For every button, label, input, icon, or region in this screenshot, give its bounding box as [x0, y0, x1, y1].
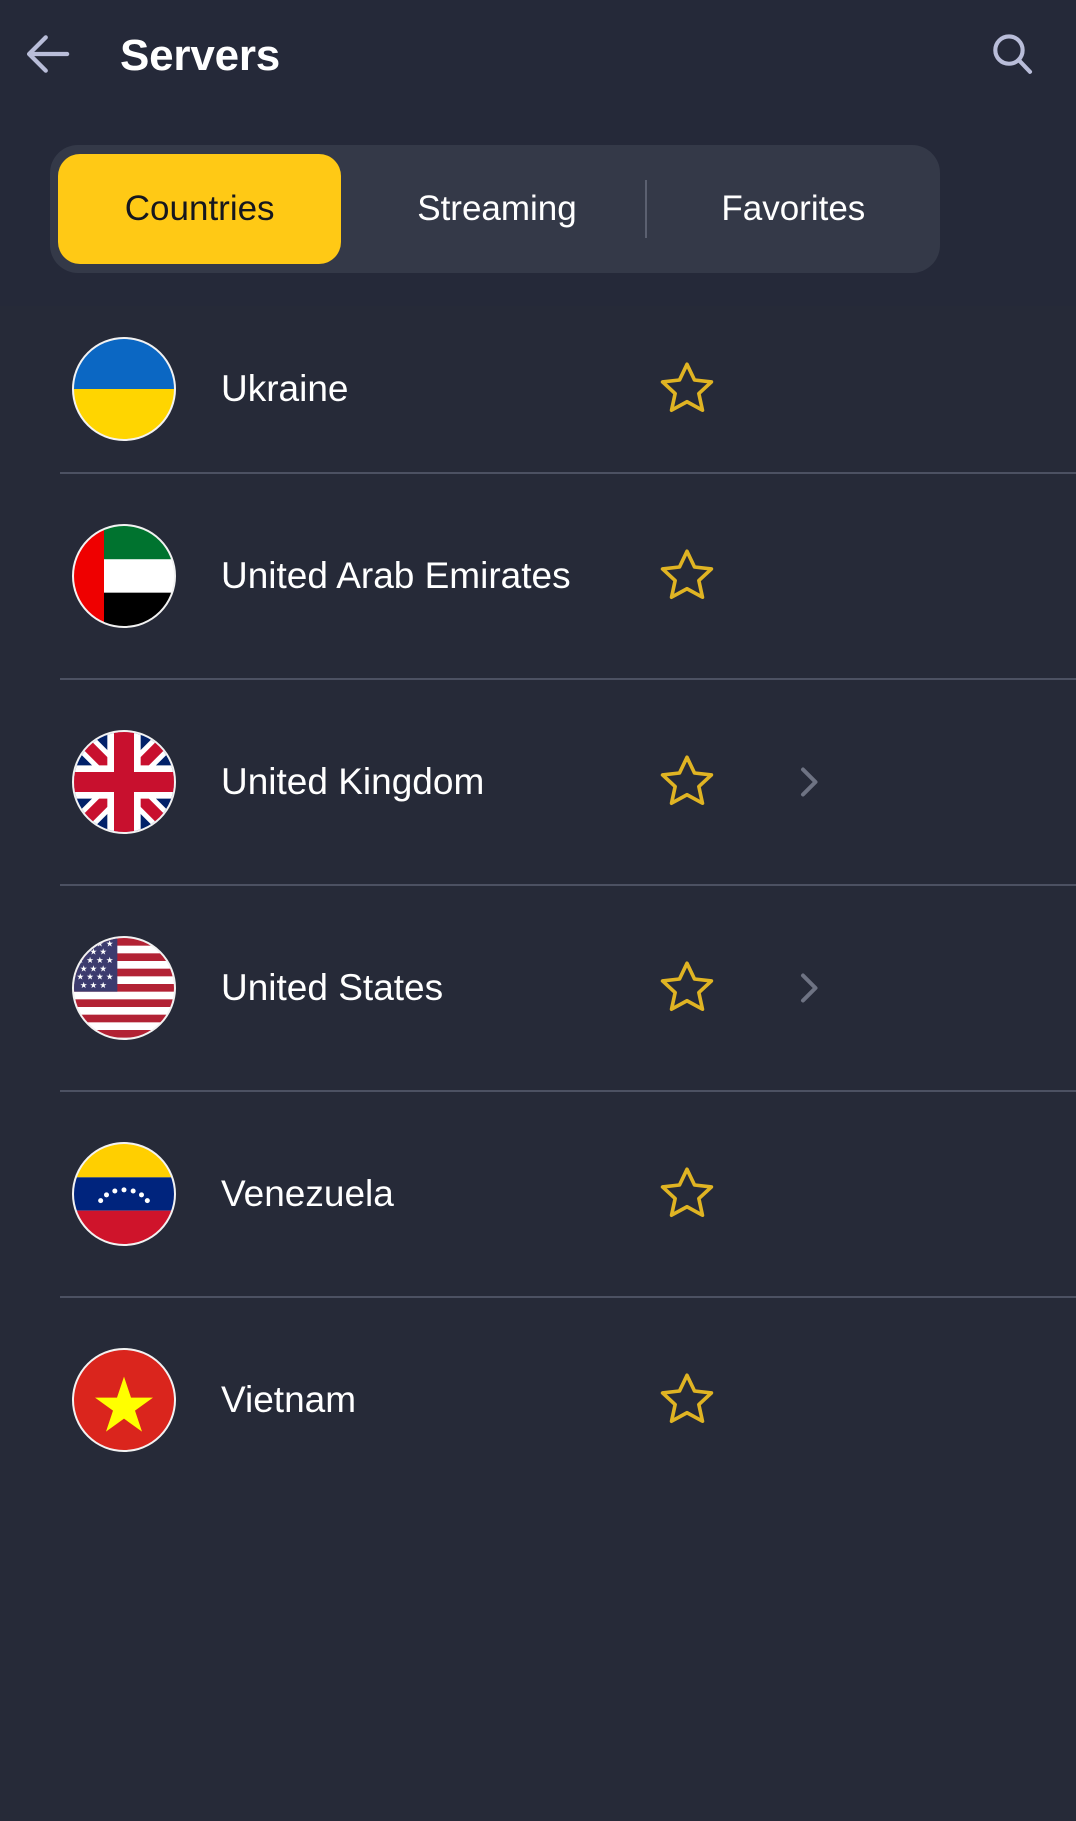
- flag-united-arab-emirates-icon: [72, 524, 176, 628]
- country-list[interactable]: Ukraine United Arab Emirates United King…: [0, 306, 1076, 1821]
- flag-united-kingdom-icon: [72, 730, 176, 834]
- favorite-toggle[interactable]: [621, 1369, 753, 1432]
- back-button[interactable]: [0, 0, 96, 112]
- table-row[interactable]: United Arab Emirates: [0, 474, 1076, 678]
- tab-favorites-label: Favorites: [721, 189, 866, 228]
- tab-streaming[interactable]: Streaming: [349, 145, 644, 273]
- star-outline-icon: [658, 751, 716, 814]
- flag-vietnam-icon: [72, 1348, 176, 1452]
- chevron-right-icon[interactable]: [753, 968, 863, 1008]
- search-icon: [986, 28, 1038, 85]
- favorite-toggle[interactable]: [621, 1163, 753, 1226]
- star-outline-icon: [658, 957, 716, 1020]
- tab-section: Countries Streaming Favorites: [0, 112, 1076, 306]
- table-row[interactable]: Ukraine: [0, 306, 1076, 472]
- star-outline-icon: [658, 1163, 716, 1226]
- favorite-toggle[interactable]: [621, 545, 753, 608]
- favorite-toggle[interactable]: [621, 358, 753, 421]
- arrow-left-icon: [21, 27, 75, 86]
- tab-countries[interactable]: Countries: [50, 145, 349, 273]
- tab-bar: Countries Streaming Favorites: [50, 145, 940, 273]
- flag-ukraine-icon: [72, 337, 176, 441]
- tab-favorites[interactable]: Favorites: [647, 145, 940, 273]
- star-outline-icon: [658, 358, 716, 421]
- star-outline-icon: [658, 545, 716, 608]
- table-row[interactable]: ★ ★ ★ ★ ★ ★ ★ ★ ★ ★ ★ ★ ★ ★ ★ ★ ★ ★ ★ ★ …: [0, 886, 1076, 1090]
- star-outline-icon: [658, 1369, 716, 1432]
- servers-screen: Servers Countries Streaming Favorites Uk…: [0, 0, 1076, 1821]
- search-button[interactable]: [960, 0, 1064, 112]
- table-row[interactable]: United Kingdom: [0, 680, 1076, 884]
- tab-countries-label: Countries: [124, 189, 275, 228]
- flag-united-states-icon: ★ ★ ★ ★ ★ ★ ★ ★ ★ ★ ★ ★ ★ ★ ★ ★ ★ ★ ★ ★ …: [72, 936, 176, 1040]
- country-name: Ukraine: [221, 367, 349, 409]
- country-name: United States: [221, 966, 444, 1008]
- favorite-toggle[interactable]: [621, 957, 753, 1020]
- table-row[interactable]: Venezuela: [0, 1092, 1076, 1296]
- country-name: Venezuela: [221, 1172, 394, 1214]
- tab-streaming-label: Streaming: [417, 189, 577, 228]
- chevron-right-icon[interactable]: [753, 762, 863, 802]
- country-name: United Kingdom: [221, 760, 485, 802]
- flag-venezuela-icon: [72, 1142, 176, 1246]
- app-header: Servers: [0, 0, 1076, 112]
- favorite-toggle[interactable]: [621, 751, 753, 814]
- page-title: Servers: [120, 31, 281, 80]
- table-row[interactable]: Vietnam: [0, 1298, 1076, 1502]
- country-name: United Arab Emirates: [221, 554, 571, 596]
- svg-text:★ ★ ★: ★ ★ ★: [80, 980, 107, 990]
- country-name: Vietnam: [221, 1378, 357, 1420]
